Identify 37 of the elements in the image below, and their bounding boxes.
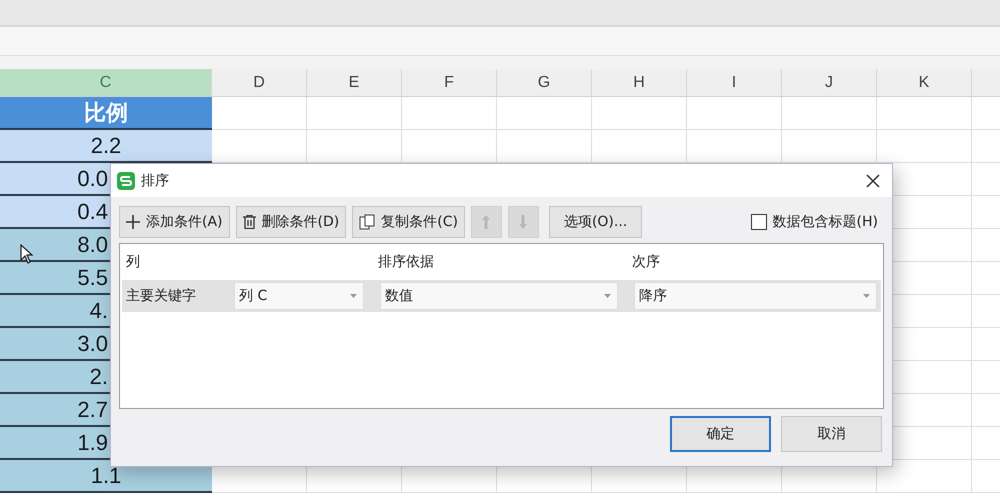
checkbox[interactable] <box>750 214 767 230</box>
dialog-title: 排序 <box>141 172 169 190</box>
condition-row[interactable]: 主要关键字 列 C 数值 降序 <box>122 280 881 312</box>
column-header[interactable]: C <box>0 69 212 96</box>
delete-condition-button[interactable]: 删除条件(D) <box>236 206 346 238</box>
column-header[interactable]: J <box>782 69 877 96</box>
ok-button[interactable]: 确定 <box>670 416 771 452</box>
caret-icon <box>863 294 870 298</box>
column-heading: 排序依据 <box>377 253 435 271</box>
down-arrow-icon <box>518 214 528 230</box>
copy-icon <box>359 214 376 230</box>
sort-on-dropdown[interactable]: 数值 <box>380 282 618 310</box>
copy-condition-button[interactable]: 复制条件(C) <box>352 206 465 238</box>
close-icon[interactable] <box>866 174 880 188</box>
column-header[interactable]: D <box>212 69 307 96</box>
column-header[interactable]: I <box>687 69 782 96</box>
options-button[interactable]: 选项(O)... <box>548 206 642 238</box>
column-header[interactable]: K <box>877 69 972 96</box>
mouse-pointer-icon <box>20 244 34 264</box>
column-heading: 次序 <box>631 253 660 271</box>
column-header[interactable]: F <box>402 69 497 96</box>
column-header[interactable]: H <box>592 69 687 96</box>
column-dropdown[interactable]: 列 C <box>234 282 364 310</box>
header-cell: 比例 <box>0 97 212 130</box>
trash-icon <box>242 215 256 229</box>
column-header[interactable]: G <box>497 69 592 96</box>
add-condition-button[interactable]: 添加条件(A) <box>119 206 230 238</box>
order-dropdown[interactable]: 降序 <box>634 282 877 310</box>
table-cell: 2.2 <box>0 130 212 163</box>
cancel-button[interactable]: 取消 <box>781 416 882 452</box>
app-logo-icon <box>117 172 135 190</box>
checkbox-label: 数据包含标题(H) <box>772 213 878 231</box>
column-header[interactable]: E <box>307 69 402 96</box>
plus-icon <box>126 215 140 229</box>
up-arrow-icon <box>481 214 492 230</box>
caret-icon <box>604 294 611 298</box>
caret-icon <box>350 294 357 298</box>
